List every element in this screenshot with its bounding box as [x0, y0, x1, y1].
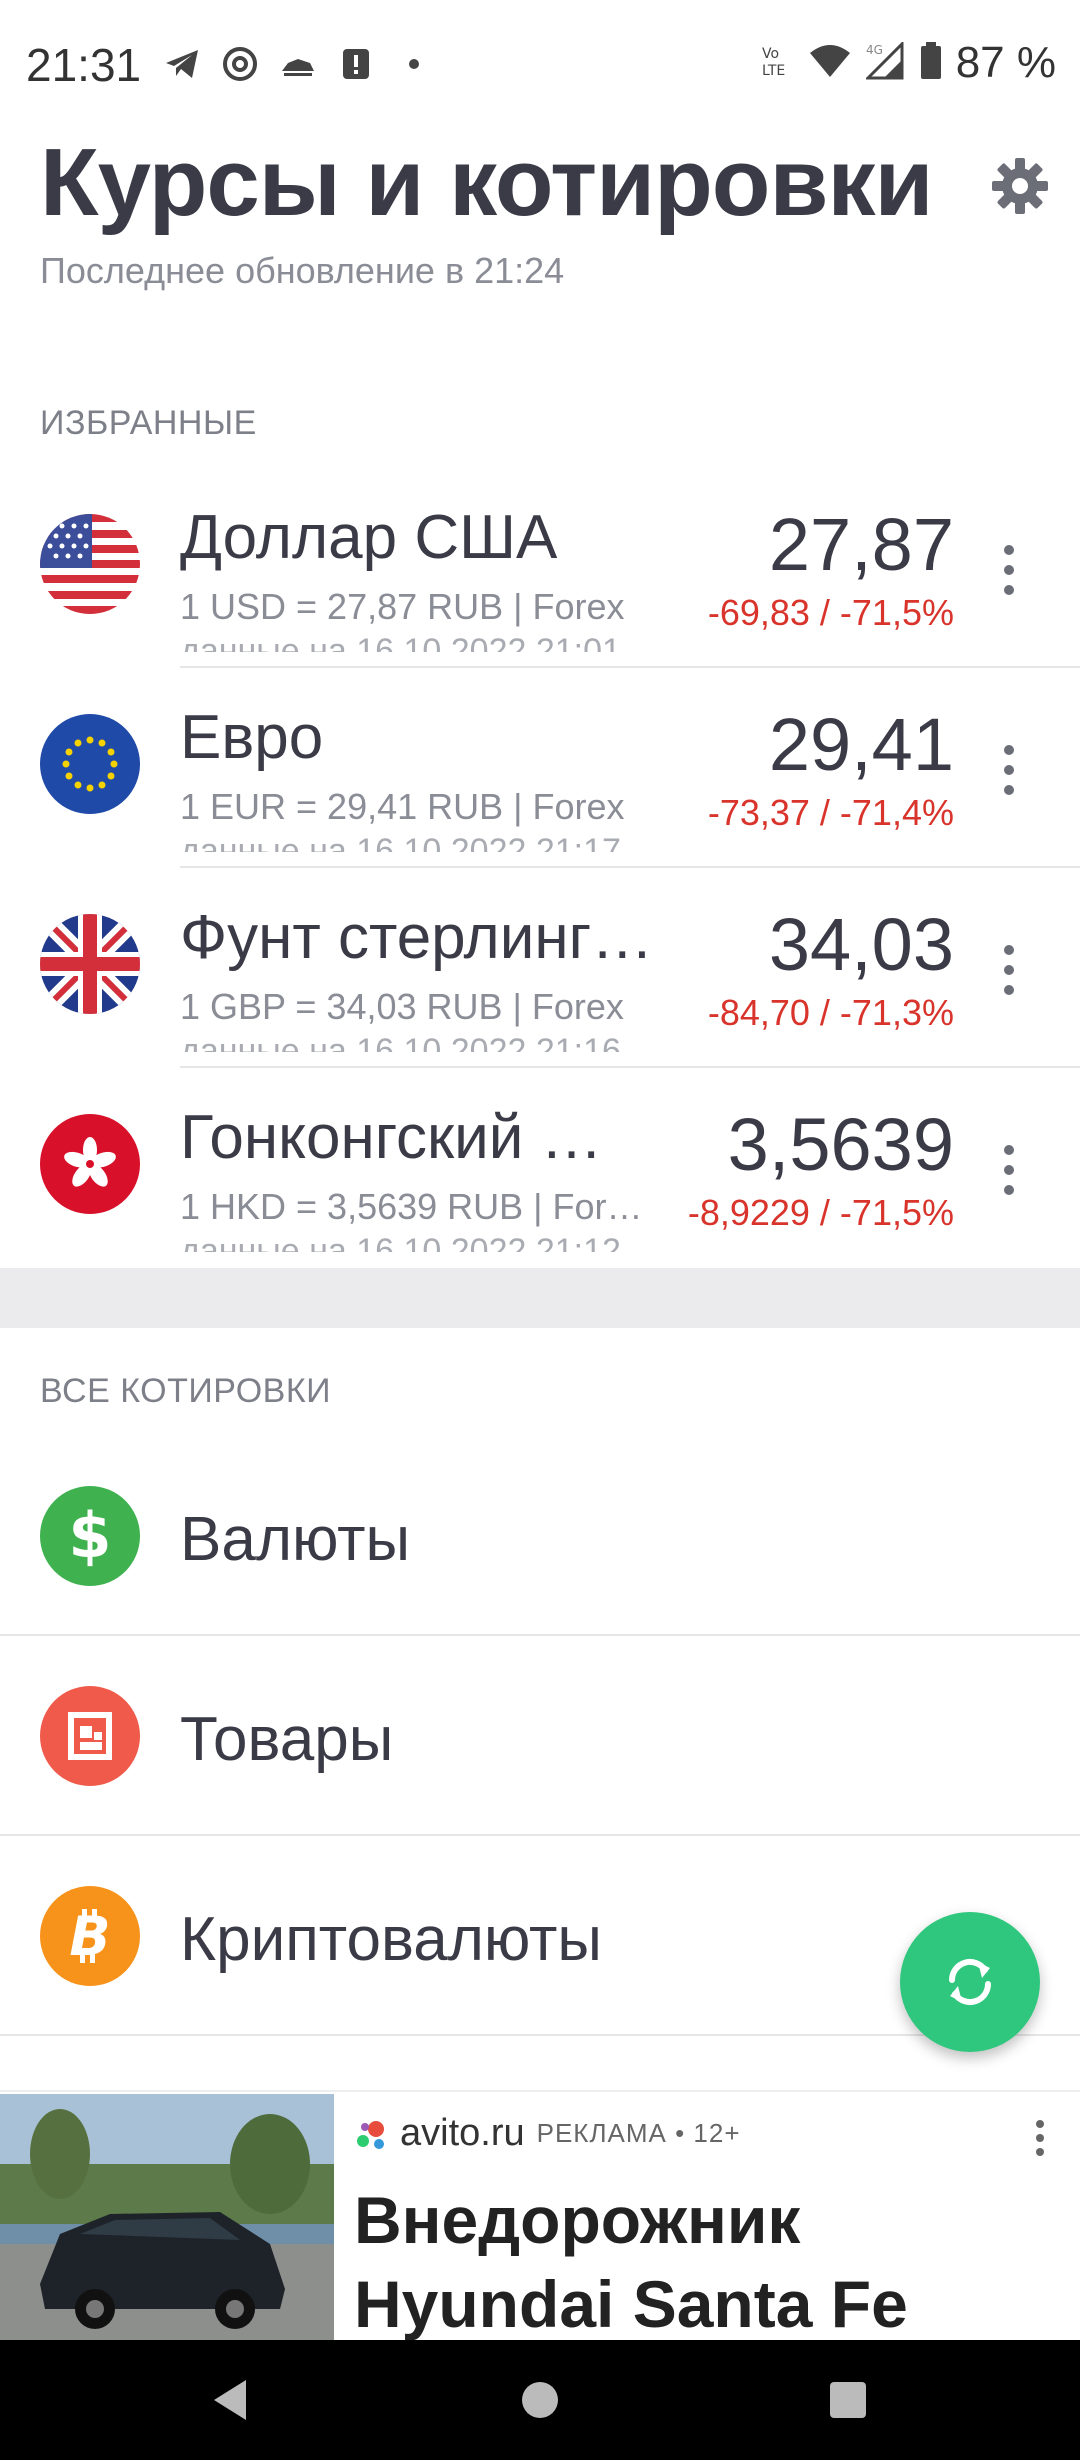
currency-price: 27,87	[768, 503, 954, 586]
svg-text:LTE: LTE	[762, 63, 785, 79]
nav-home-button[interactable]	[510, 2370, 570, 2430]
signal-icon: 4G	[864, 39, 906, 85]
us-flag-icon	[40, 514, 140, 614]
currency-name: Евро	[180, 703, 324, 772]
more-options-button[interactable]	[994, 1140, 1024, 1200]
dollar-icon: $	[40, 1486, 140, 1586]
currency-price: 29,41	[768, 703, 954, 786]
refresh-button[interactable]	[900, 1912, 1040, 2052]
more-vertical-icon	[1004, 945, 1014, 995]
page-title: Курсы и котировки	[40, 129, 934, 236]
currency-change: -69,83 / -71,5%	[707, 592, 954, 633]
settings-button[interactable]	[990, 156, 1050, 216]
nav-back-button[interactable]	[200, 2370, 260, 2430]
uk-flag-icon	[40, 914, 140, 1014]
ad-title[interactable]: Внедорожник Hyundai Santa Fe	[354, 2178, 1054, 2346]
refresh-icon	[948, 1958, 992, 2006]
hk-flag-icon	[40, 1114, 140, 1214]
category-label: Криптовалюты	[180, 1905, 602, 1974]
more-vertical-icon	[1036, 2120, 1044, 2156]
currency-date: данные на 16.10.2022 21:17	[180, 832, 621, 852]
more-options-button[interactable]	[994, 740, 1024, 800]
last-update-text: Последнее обновление в 21:24	[40, 250, 565, 291]
currency-rate-desc: 1 EUR = 29,41 RUB | Forex	[180, 786, 625, 827]
favorite-row-usd[interactable]: Доллар США 1 USD = 27,87 RUB | Forex дан…	[0, 468, 1080, 668]
currency-rate-desc: 1 HKD = 3,5639 RUB | For…	[180, 1186, 643, 1227]
bitcoin-icon: B	[40, 1886, 140, 1986]
telegram-icon	[162, 44, 202, 84]
back-triangle-icon	[214, 2380, 246, 2420]
category-currencies[interactable]: $ Валюты	[0, 1436, 1080, 1636]
ad-image[interactable]	[0, 2094, 334, 2342]
all-quotes-section-label: ВСЕ КОТИРОВКИ	[40, 1372, 332, 1410]
status-time: 21:31	[26, 39, 142, 91]
recents-square-icon	[830, 2382, 866, 2418]
more-vertical-icon	[1004, 545, 1014, 595]
category-goods[interactable]: Товары	[0, 1636, 1080, 1836]
currency-price: 34,03	[768, 903, 954, 986]
more-options-button[interactable]	[994, 540, 1024, 600]
favorites-section-label: ИЗБРАННЫЕ	[40, 404, 257, 442]
favorite-row-eur[interactable]: Евро 1 EUR = 29,41 RUB | Forex данные на…	[0, 668, 1080, 868]
currency-price: 3,5639	[727, 1103, 954, 1186]
currency-date: данные на 16.10.2022 21:01	[180, 632, 621, 652]
dot-icon	[394, 44, 434, 84]
at-icon	[220, 44, 260, 84]
currency-change: -8,9229 / -71,5%	[687, 1192, 954, 1233]
pod-icon	[278, 44, 318, 84]
volte-icon: Vo LTE	[760, 43, 794, 84]
currency-rate-desc: 1 GBP = 34,03 RUB | Forex	[180, 986, 624, 1027]
alert-icon	[336, 44, 376, 84]
more-vertical-icon	[1004, 1145, 1014, 1195]
category-label: Валюты	[180, 1505, 411, 1574]
more-options-button[interactable]	[994, 940, 1024, 1000]
status-bar: 21:31 Vo LTE 4G 87 %	[0, 0, 1080, 130]
more-vertical-icon	[1004, 745, 1014, 795]
system-navigation-bar	[0, 2340, 1080, 2460]
ad-banner[interactable]: avito.ru РЕКЛАМА • 12+ Внедорожник Hyund…	[0, 2090, 1080, 2342]
currency-change: -73,37 / -71,4%	[707, 792, 954, 833]
section-separator	[0, 1268, 1080, 1328]
battery-level: 87 %	[955, 38, 1056, 87]
svg-text:$: $	[68, 1501, 111, 1571]
avito-logo-icon	[357, 2120, 384, 2149]
currency-date: данные на 16.10.2022 21:12	[180, 1232, 621, 1252]
ad-site[interactable]: avito.ru	[400, 2112, 525, 2155]
svg-text:4G: 4G	[866, 43, 883, 57]
battery-icon	[920, 41, 942, 85]
svg-text:Vo: Vo	[762, 46, 779, 62]
gear-icon	[992, 158, 1048, 214]
ad-label: РЕКЛАМА • 12+	[536, 2118, 741, 2148]
currency-name: Фунт стерлинг…	[180, 903, 654, 972]
favorite-row-hkd[interactable]: Гонконгский … 1 HKD = 3,5639 RUB | For… …	[0, 1068, 1080, 1268]
currency-name: Гонконгский …	[180, 1103, 603, 1172]
nav-recents-button[interactable]	[818, 2370, 878, 2430]
home-circle-icon	[522, 2382, 558, 2418]
currency-change: -84,70 / -71,3%	[707, 992, 954, 1033]
currency-name: Доллар США	[180, 503, 558, 572]
ad-more-button[interactable]	[1030, 2114, 1050, 2164]
eu-flag-icon	[40, 714, 140, 814]
favorite-row-gbp[interactable]: Фунт стерлинг… 1 GBP = 34,03 RUB | Forex…	[0, 868, 1080, 1068]
category-label: Товары	[180, 1705, 394, 1774]
goods-icon	[40, 1686, 140, 1786]
currency-rate-desc: 1 USD = 27,87 RUB | Forex	[180, 586, 625, 627]
currency-date: данные на 16.10.2022 21:16	[180, 1032, 621, 1052]
wifi-icon	[808, 43, 852, 84]
